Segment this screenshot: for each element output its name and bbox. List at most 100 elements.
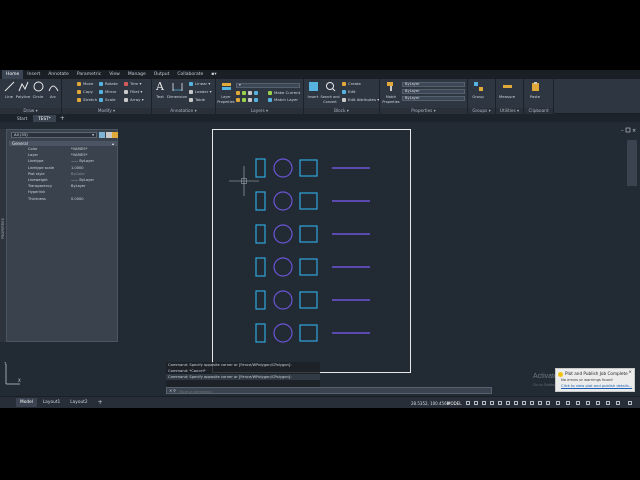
match-properties-button[interactable]: Match Properties (381, 81, 401, 104)
property-row[interactable]: Linetype —— ByLayer (9, 159, 117, 165)
osnap-icon[interactable] (498, 401, 502, 405)
tab-parametric[interactable]: Parametric (73, 70, 105, 79)
customization-icon[interactable] (616, 401, 620, 405)
square[interactable] (299, 291, 318, 309)
shape-row[interactable] (255, 290, 370, 310)
tab-annotate[interactable]: Annotate (44, 70, 73, 79)
lock-ui-icon[interactable] (576, 401, 580, 405)
shape-row[interactable] (255, 191, 370, 211)
text-button[interactable]: A Text (152, 81, 168, 99)
linetype-dropdown[interactable]: ByLayer (402, 96, 465, 101)
selection-dropdown[interactable]: All (33) ▾ (11, 132, 97, 138)
notification-details-link[interactable]: Click to view plot and publish details..… (561, 384, 632, 388)
square[interactable] (299, 159, 318, 177)
edit-attributes-button[interactable]: Edit Attributes ▾ (342, 97, 379, 103)
tab-insert[interactable]: Insert (23, 70, 44, 79)
property-value[interactable]: ByColor (71, 172, 85, 178)
quick-select-icon[interactable] (112, 132, 118, 138)
property-value[interactable]: *VARIES* (71, 147, 87, 153)
circle[interactable] (273, 191, 293, 211)
shape-row[interactable] (255, 224, 370, 244)
tab-manage[interactable]: Manage (124, 70, 150, 79)
menu-icon[interactable] (628, 401, 632, 405)
general-section-header[interactable]: General ▴ (9, 141, 117, 146)
property-value[interactable]: 0.0000 (71, 197, 84, 203)
navigation-bar[interactable] (627, 140, 637, 186)
layer-tools-row-2[interactable] (236, 97, 260, 103)
polyline-button[interactable]: Polyline (15, 81, 31, 99)
dimension-button[interactable]: Dimension (167, 81, 187, 99)
property-row[interactable]: Hyperlink (9, 190, 117, 196)
selection-cycling-icon[interactable] (530, 401, 534, 405)
circle[interactable] (273, 290, 293, 310)
tab-layout2[interactable]: Layout2 (66, 398, 91, 407)
tab-layout1[interactable]: Layout1 (39, 398, 64, 407)
close-icon[interactable]: × (632, 128, 636, 134)
square[interactable] (299, 192, 318, 210)
quick-properties-icon[interactable] (566, 401, 570, 405)
fillet-button[interactable]: Fillet ▾ (124, 89, 142, 95)
add-layout-icon[interactable]: + (94, 398, 107, 407)
square[interactable] (299, 225, 318, 243)
toggle-pickadd-icon[interactable] (99, 132, 105, 138)
square[interactable] (299, 324, 318, 342)
trim-button[interactable]: Trim ▾ (124, 81, 141, 87)
tab-view[interactable]: View (105, 70, 124, 79)
linear-button[interactable]: Linear ▾ (189, 81, 210, 87)
circle[interactable] (273, 323, 293, 343)
drawing-canvas[interactable]: PROPERTIES All (33) ▾ General ▴ Color *VARI… (0, 122, 640, 396)
circle[interactable] (273, 257, 293, 277)
property-row[interactable]: Layer *VARIES* (9, 153, 117, 159)
measure-button[interactable]: Measure (499, 81, 515, 99)
tab-output[interactable]: Output (150, 70, 174, 79)
create-block-button[interactable]: Create (342, 81, 361, 87)
stretch-button[interactable]: Stretch (77, 97, 97, 103)
make-current-button[interactable]: Make Current (268, 90, 300, 96)
square[interactable] (299, 258, 318, 276)
plot-publish-notification[interactable]: Plot and Publish Job Complete × No error… (555, 368, 635, 392)
close-icon[interactable]: × (628, 370, 632, 375)
ribbon-toggle-icon[interactable]: ▪▾ (207, 70, 220, 79)
grid-icon[interactable] (466, 401, 470, 405)
property-value[interactable]: —— ByLayer (71, 159, 94, 165)
command-close-icon[interactable]: × (169, 388, 172, 393)
property-row[interactable]: Thickness 0.0000 (9, 197, 117, 203)
shape-row[interactable] (255, 323, 370, 343)
clean-screen-icon[interactable] (606, 401, 610, 405)
tab-home[interactable]: Home (2, 70, 24, 79)
property-value[interactable]: *VARIES* (71, 153, 87, 159)
leader-button[interactable]: Leader ▾ (189, 89, 212, 95)
property-row[interactable]: Lineweight —— ByLayer (9, 178, 117, 184)
copy-button[interactable]: Copy (77, 89, 93, 95)
ortho-icon[interactable] (482, 401, 486, 405)
property-value[interactable]: 1.0000 (71, 166, 84, 172)
property-row[interactable]: Transparency ByLayer (9, 184, 117, 190)
rotate-button[interactable]: Rotate (99, 81, 118, 87)
snap-icon[interactable] (474, 401, 478, 405)
command-input[interactable] (179, 388, 479, 394)
coordinate-readout[interactable]: 28.5352, 100.4560 (411, 399, 449, 408)
property-value[interactable]: —— ByLayer (71, 178, 94, 184)
property-row[interactable]: Color *VARIES* (9, 147, 117, 153)
match-layer-button[interactable]: Match Layer (268, 97, 298, 103)
otrack-icon[interactable] (506, 401, 510, 405)
lineweight-icon[interactable] (514, 401, 518, 405)
model-space-toggle[interactable]: MODEL (447, 399, 461, 408)
scale-button[interactable]: Scale (99, 97, 115, 103)
circle-button[interactable]: Circle (30, 81, 46, 99)
shape-row[interactable] (255, 257, 370, 277)
file-tab-test[interactable]: TEST* (33, 114, 56, 122)
tall-rectangle[interactable] (255, 323, 266, 343)
property-row[interactable]: Linetype scale 1.0000 (9, 166, 117, 172)
array-button[interactable]: Array ▾ (124, 97, 144, 103)
minimize-icon[interactable]: – (621, 128, 624, 134)
isolate-objects-icon[interactable] (586, 401, 590, 405)
move-button[interactable]: Move (77, 81, 93, 87)
file-tab-start[interactable]: Start (12, 115, 32, 122)
edit-block-button[interactable]: Edit (342, 89, 356, 95)
command-settings-icon[interactable]: ⚲ (173, 388, 176, 393)
search-and-convert-button[interactable]: Search and Convert (319, 81, 341, 104)
tab-collaborate[interactable]: Collaborate (173, 70, 207, 79)
table-button[interactable]: Table (189, 97, 205, 103)
arc-button[interactable]: Arc (45, 81, 61, 99)
